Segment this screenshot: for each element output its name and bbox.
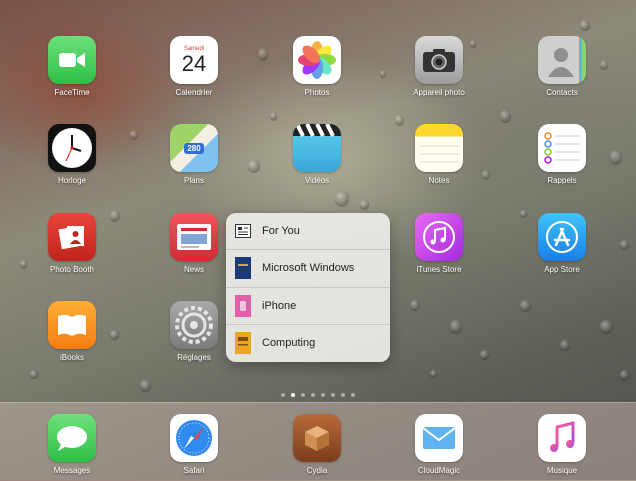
quick-action-label: Microsoft Windows xyxy=(262,262,355,275)
itunes-store-icon xyxy=(415,213,463,261)
app-label: CloudMagic xyxy=(417,466,461,475)
app-photo-booth[interactable]: Photo Booth xyxy=(32,213,112,274)
contacts-icon xyxy=(538,36,586,84)
maps-icon: 280 xyxy=(170,124,218,172)
music-note-icon xyxy=(538,414,586,462)
clock-icon xyxy=(48,124,96,172)
page-dot xyxy=(321,393,325,397)
app-notes[interactable]: Notes xyxy=(399,124,479,185)
app-label: iTunes Store xyxy=(416,265,462,274)
page-dot-current xyxy=(291,393,295,397)
app-itunes-store[interactable]: iTunes Store xyxy=(399,213,479,274)
app-label: App Store xyxy=(544,265,580,274)
yellow-book-icon xyxy=(235,332,251,355)
facetime-icon xyxy=(48,36,96,84)
blue-book-icon xyxy=(235,257,251,280)
mail-envelope-icon xyxy=(415,414,463,462)
app-ibooks[interactable]: iBooks xyxy=(32,301,112,362)
clapperboard-icon xyxy=(293,124,341,172)
dock-app-musique[interactable]: Musique xyxy=(522,414,602,475)
app-label: Appareil photo xyxy=(413,88,465,97)
app-reglages[interactable]: Réglages xyxy=(154,301,234,362)
page-indicator[interactable] xyxy=(281,393,355,397)
app-rappels[interactable]: Rappels xyxy=(522,124,602,185)
calendar-day-number: 24 xyxy=(181,51,207,76)
app-news[interactable]: News xyxy=(154,213,234,274)
app-facetime[interactable]: FaceTime xyxy=(32,36,112,97)
app-label: Contacts xyxy=(546,88,578,97)
page-dot xyxy=(341,393,345,397)
calendar-icon: Samedi 24 xyxy=(170,36,218,84)
safari-compass-icon xyxy=(170,414,218,462)
news-article-icon xyxy=(235,220,251,242)
app-label: Horloge xyxy=(57,176,86,185)
page-dot xyxy=(331,393,335,397)
news-icon xyxy=(170,213,218,261)
app-label: Réglages xyxy=(177,353,211,362)
dock-app-cloudmagic[interactable]: CloudMagic xyxy=(399,414,479,475)
app-calendrier[interactable]: Samedi 24 Calendrier xyxy=(154,36,234,97)
app-horloge[interactable]: Horloge xyxy=(32,124,112,185)
dock-app-cydia[interactable]: Cydia xyxy=(277,414,357,475)
app-label: Messages xyxy=(53,466,91,475)
quick-action-label: iPhone xyxy=(262,299,297,312)
app-videos[interactable]: Vidéos xyxy=(277,124,357,185)
app-app-store[interactable]: App Store xyxy=(522,213,602,274)
pink-book-icon xyxy=(235,294,251,317)
quick-actions-menu: For You Microsoft Windows iPhone Computi… xyxy=(226,213,390,362)
photos-flower-icon xyxy=(293,36,341,84)
cydia-box-icon xyxy=(293,414,341,462)
app-label: FaceTime xyxy=(54,88,90,97)
app-label: Cydia xyxy=(306,466,328,475)
app-label: Calendrier xyxy=(175,88,213,97)
page-dot xyxy=(301,393,305,397)
settings-gear-icon xyxy=(170,301,218,349)
app-label: Plans xyxy=(183,176,204,185)
app-label: iBooks xyxy=(59,353,84,362)
dock-app-messages[interactable]: Messages xyxy=(32,414,112,475)
quick-action-microsoft-windows[interactable]: Microsoft Windows xyxy=(226,250,390,288)
app-plans[interactable]: 280 Plans xyxy=(154,124,234,185)
page-dot xyxy=(281,393,285,397)
maps-route-badge: 280 xyxy=(184,142,204,154)
page-dot xyxy=(311,393,315,397)
quick-action-label: Computing xyxy=(262,337,316,350)
app-contacts[interactable]: Contacts xyxy=(522,36,602,97)
app-label: Photos xyxy=(304,88,330,97)
app-label: Musique xyxy=(546,466,578,475)
reminders-icon xyxy=(538,124,586,172)
photo-booth-icon xyxy=(48,213,96,261)
app-label: News xyxy=(183,265,204,274)
ibooks-icon xyxy=(48,301,96,349)
app-label: Notes xyxy=(428,176,450,185)
dock-app-safari[interactable]: Safari xyxy=(154,414,234,475)
quick-action-iphone[interactable]: iPhone xyxy=(226,288,390,325)
app-label: Photo Booth xyxy=(49,265,95,274)
app-store-icon xyxy=(538,213,586,261)
messages-icon xyxy=(48,414,96,462)
quick-action-label: For You xyxy=(262,225,300,238)
app-label: Vidéos xyxy=(304,176,330,185)
quick-action-for-you[interactable]: For You xyxy=(226,213,390,251)
page-dot xyxy=(351,393,355,397)
app-label: Rappels xyxy=(547,176,577,185)
app-label: Safari xyxy=(183,466,205,475)
app-appareil-photo[interactable]: Appareil photo xyxy=(399,36,479,97)
notes-icon xyxy=(415,124,463,172)
quick-action-computing[interactable]: Computing xyxy=(226,325,390,362)
camera-icon xyxy=(415,36,463,84)
app-photos[interactable]: Photos xyxy=(277,36,357,97)
